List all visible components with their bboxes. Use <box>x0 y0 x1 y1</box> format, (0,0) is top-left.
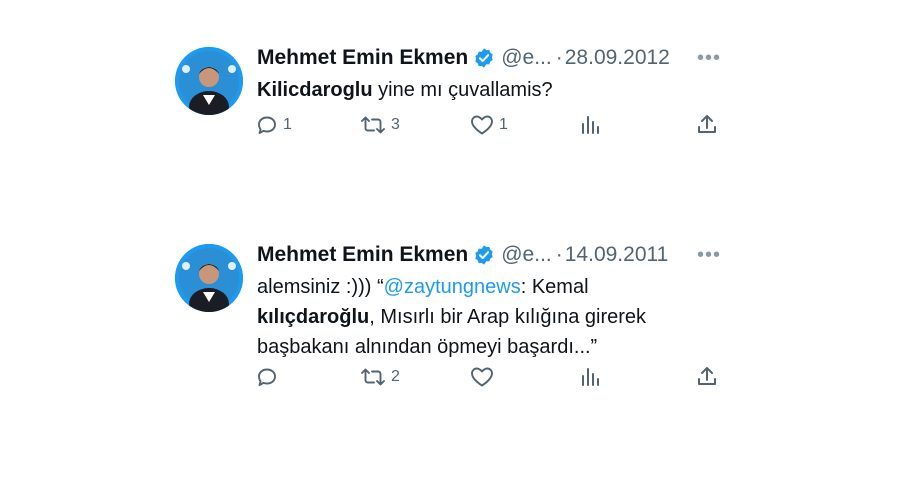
reply-icon <box>258 368 276 386</box>
avatar-image <box>175 244 243 312</box>
heart-icon <box>471 115 493 135</box>
tweet-date[interactable]: 28.09.2012 <box>565 46 670 70</box>
share-icon <box>698 367 716 385</box>
reply-button[interactable] <box>255 365 283 389</box>
views-chart-icon <box>582 368 599 386</box>
verified-badge-icon <box>473 244 495 266</box>
verified-badge-icon <box>473 47 495 69</box>
tweet-header: Mehmet Emin Ekmen @e... · 14.09.2011 <box>257 240 727 270</box>
tweet-actions: 1 3 1 <box>255 113 725 143</box>
separator: · <box>555 243 563 266</box>
tweet-actions: 2 <box>255 365 725 395</box>
author-name[interactable]: Mehmet Emin Ekmen <box>257 46 468 70</box>
share-button[interactable] <box>695 365 719 389</box>
retweet-icon <box>361 116 385 134</box>
views-button[interactable] <box>578 365 602 389</box>
avatar-image <box>175 47 243 115</box>
author-handle[interactable]: @e... <box>501 243 552 267</box>
reply-count: 1 <box>283 116 292 133</box>
reply-icon <box>258 116 276 134</box>
retweet-button[interactable]: 3 <box>359 113 400 137</box>
more-options-icon[interactable]: ••• <box>697 244 721 267</box>
reply-button[interactable]: 1 <box>255 113 292 137</box>
tweet-text-bold: kılıçdaroğlu <box>257 306 370 328</box>
share-icon <box>698 115 716 133</box>
like-button[interactable]: 1 <box>469 113 508 137</box>
tweet-text-bold: Kilicdaroglu <box>257 79 373 101</box>
tweet-text-part1: alemsiniz :))) “ <box>257 276 384 298</box>
like-count: 1 <box>499 116 508 133</box>
author-handle[interactable]: @e... <box>501 46 552 70</box>
retweet-count: 3 <box>391 116 400 133</box>
tweet-header: Mehmet Emin Ekmen @e... · 28.09.2012 <box>257 43 727 73</box>
retweet-icon <box>361 368 385 386</box>
avatar[interactable] <box>175 244 243 312</box>
tweet-text-part2: : Kemal <box>520 276 589 298</box>
author-name[interactable]: Mehmet Emin Ekmen <box>257 243 468 267</box>
tweet-text-rest: yine mı çuvallamis? <box>372 79 553 101</box>
more-options-icon[interactable]: ••• <box>697 47 721 70</box>
views-chart-icon <box>582 116 599 134</box>
tweet-date[interactable]: 14.09.2011 <box>565 243 669 267</box>
retweet-button[interactable]: 2 <box>359 365 400 389</box>
avatar[interactable] <box>175 47 243 115</box>
like-button[interactable] <box>469 365 499 389</box>
separator: · <box>555 46 563 69</box>
views-button[interactable] <box>578 113 602 137</box>
heart-icon <box>471 367 493 387</box>
tweet-text: alemsiniz :))) “@zaytungnews: Kemal kılıç… <box>257 272 727 362</box>
tweet-text: Kilicdaroglu yine mı çuvallamis? <box>257 75 727 105</box>
share-button[interactable] <box>695 113 719 137</box>
retweet-count: 2 <box>391 368 400 385</box>
mention-link[interactable]: @zaytungnews <box>384 276 521 298</box>
